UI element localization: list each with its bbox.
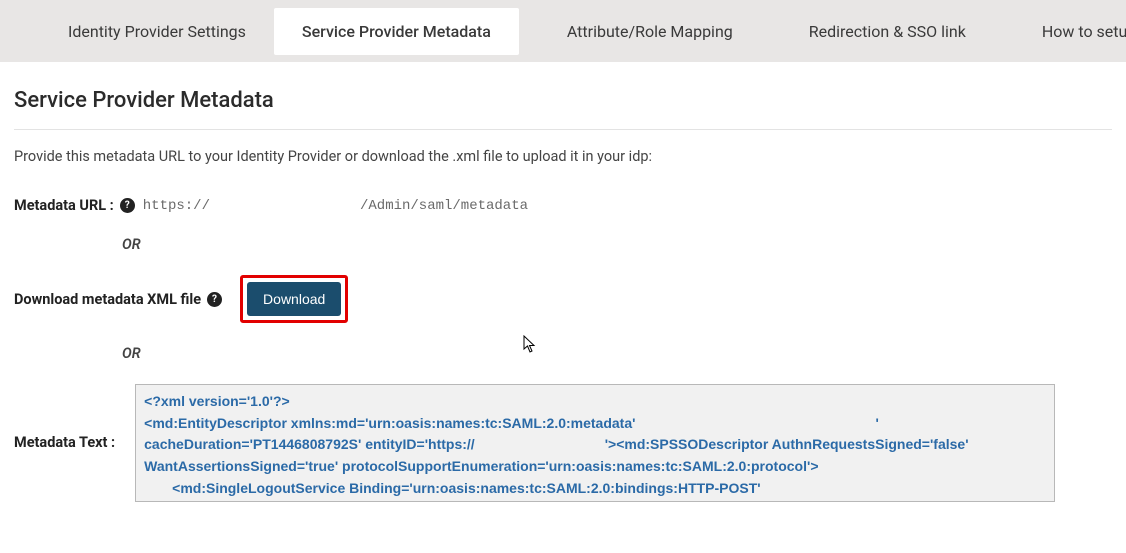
xml-line-3b: '><md:SPSSODescriptor AuthnRequestsSigne… [605,436,969,452]
content-panel: Service Provider Metadata Provide this m… [0,62,1126,522]
or-separator-2: OR [122,345,1112,362]
download-label-text: Download metadata XML file [14,291,201,308]
metadata-url-prefix: https:// [143,198,210,214]
help-icon[interactable]: ? [207,292,222,307]
metadata-url-value: https:// /Admin/saml/metadata [143,198,528,214]
intro-text: Provide this metadata URL to your Identi… [14,148,1112,165]
or-separator-1: OR [122,236,1112,253]
xml-line-1: <?xml version='1.0'?> [144,393,290,409]
metadata-url-row: Metadata URL : ? https:// /Admin/saml/me… [14,197,1112,214]
page-title: Service Provider Metadata [14,88,1112,130]
xml-line-4: WantAssertionsSigned='true' protocolSupp… [144,458,818,474]
xml-line-3a: cacheDuration='PT1446808792S' entityID='… [144,436,475,452]
tab-idp-settings[interactable]: Identity Provider Settings [40,8,274,55]
tab-redirection[interactable]: Redirection & SSO link [781,8,994,55]
metadata-url-label: Metadata URL : ? [14,197,135,214]
metadata-url-suffix: /Admin/saml/metadata [360,198,528,214]
download-row: Download metadata XML file ? Download [14,275,1112,323]
tab-attr-mapping[interactable]: Attribute/Role Mapping [539,8,761,55]
metadata-text-box[interactable]: <?xml version='1.0'?> <md:EntityDescript… [135,384,1055,502]
tab-howto[interactable]: How to setup ? [1014,8,1126,55]
metadata-text-row: Metadata Text : <?xml version='1.0'?> <m… [14,384,1112,502]
xml-line-2a: <md:EntityDescriptor xmlns:md='urn:oasis… [144,415,635,431]
download-button[interactable]: Download [247,282,341,316]
download-highlight-box: Download [240,275,348,323]
metadata-text-label: Metadata Text : [14,434,115,451]
download-label: Download metadata XML file ? [14,291,222,308]
tab-sp-metadata[interactable]: Service Provider Metadata [274,8,519,55]
xml-line-2b: ' [875,415,878,431]
metadata-url-label-text: Metadata URL : [14,197,114,214]
xml-line-5: <md:SingleLogoutService Binding='urn:oas… [144,478,1046,500]
help-icon[interactable]: ? [120,198,135,213]
tab-bar: Identity Provider Settings Service Provi… [0,0,1126,62]
